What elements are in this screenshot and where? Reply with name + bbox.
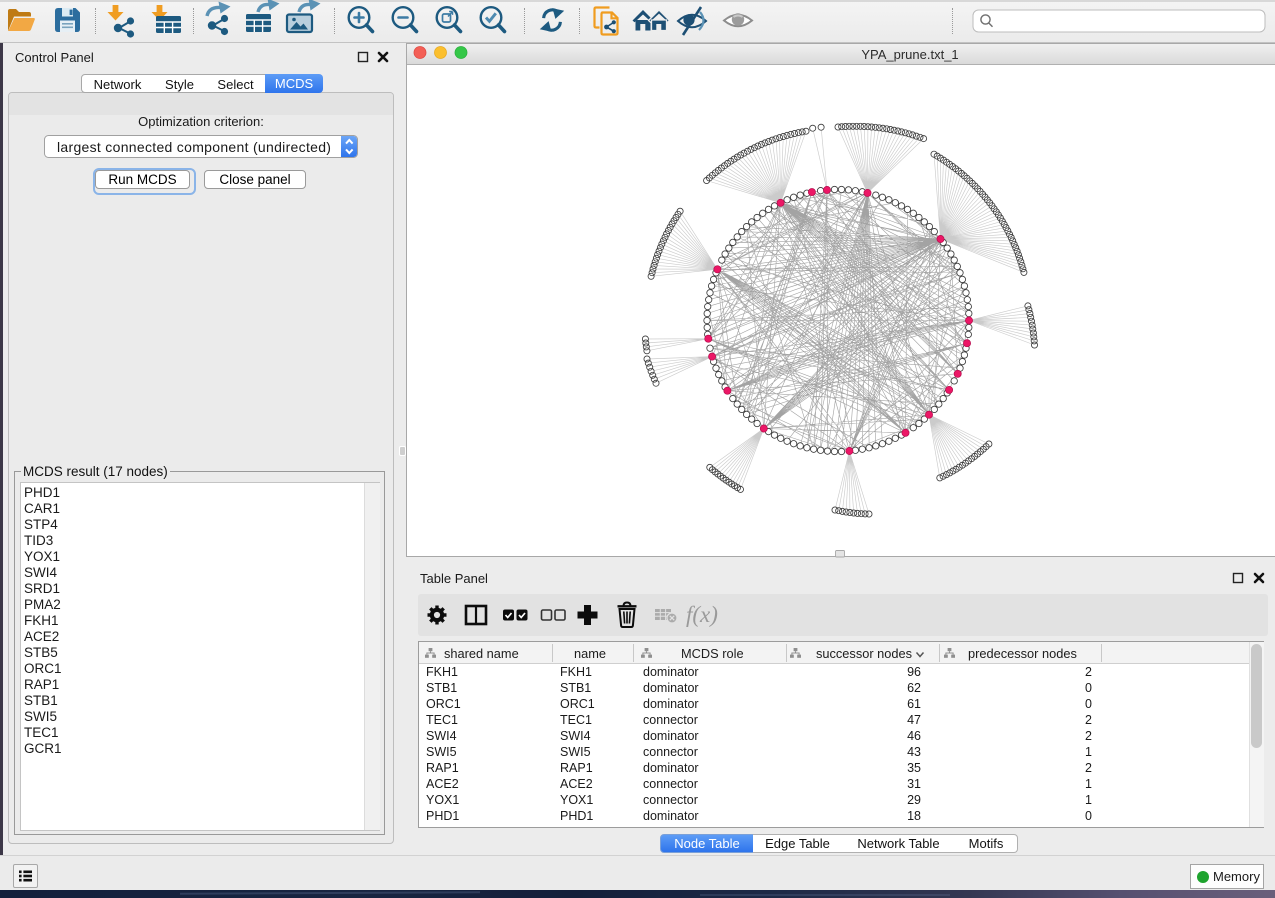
svg-text:f(x): f(x) — [686, 602, 718, 627]
